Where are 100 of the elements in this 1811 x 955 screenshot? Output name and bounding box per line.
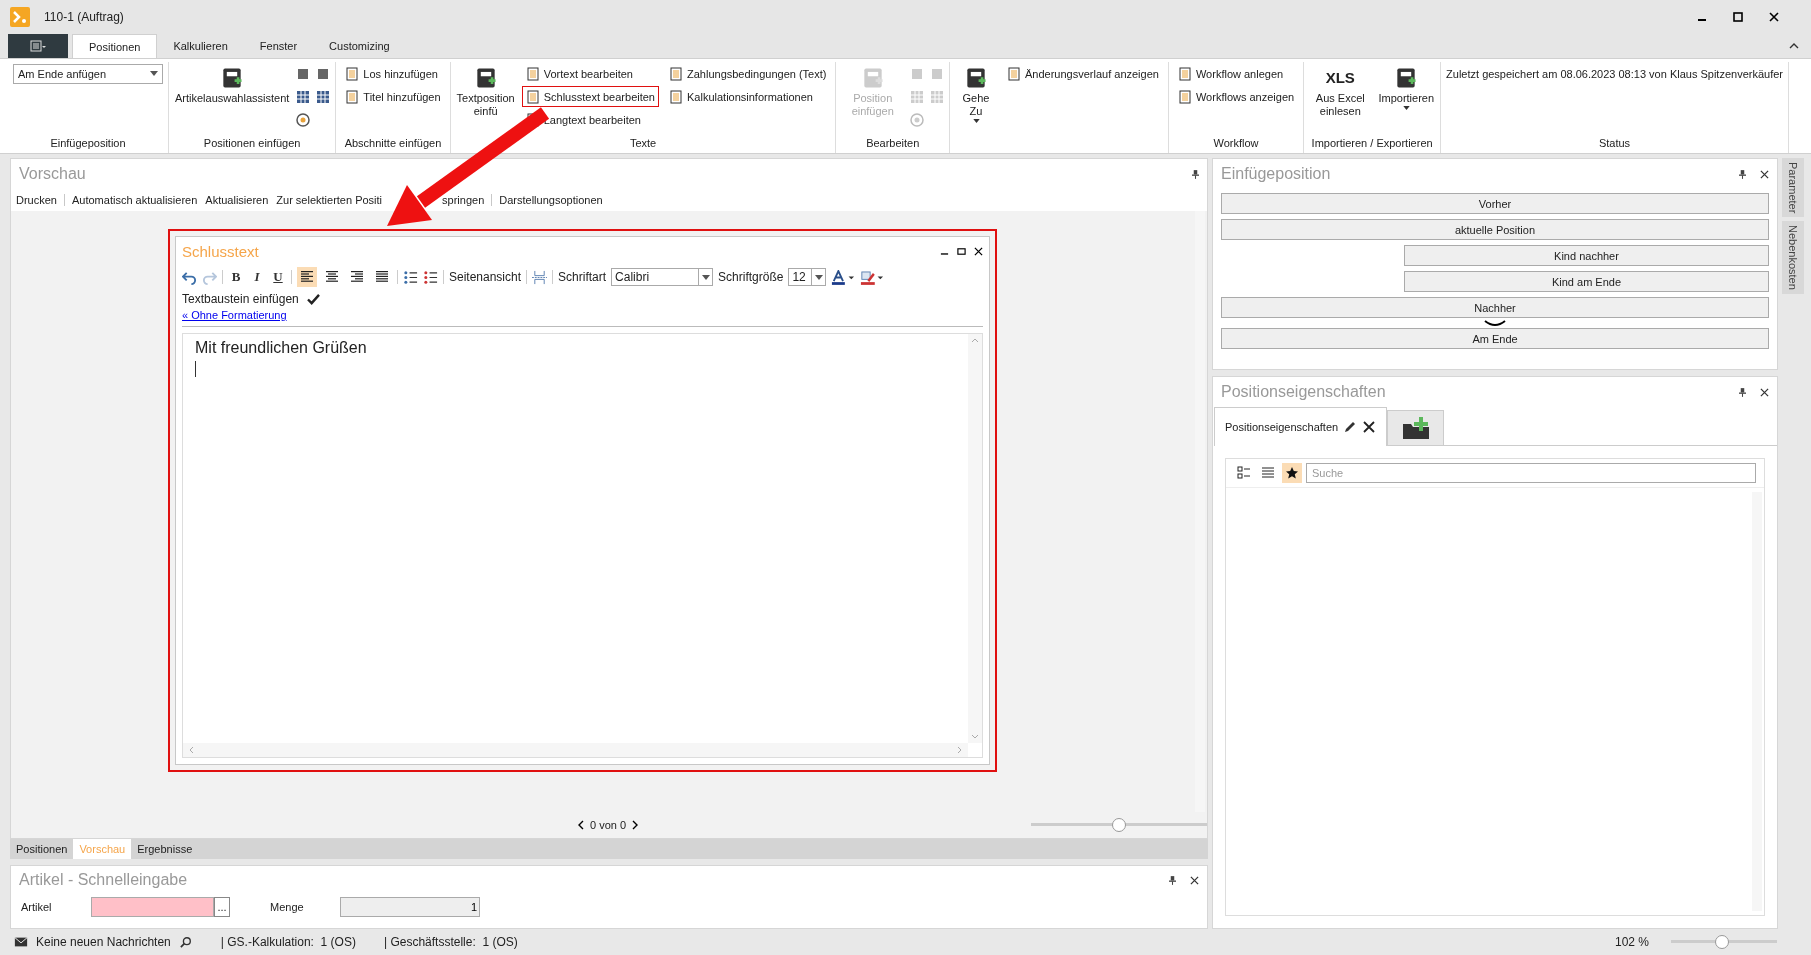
- format-button[interactable]: U: [270, 269, 286, 285]
- align-justify-icon: [375, 271, 389, 283]
- document-icon: [669, 89, 683, 104]
- document-icon: [345, 89, 360, 104]
- ribbon-button[interactable]: Schlusstext bearbeiten: [521, 86, 659, 107]
- insert-position-button[interactable]: Am Ende: [1221, 328, 1769, 349]
- maximize-icon[interactable]: [957, 246, 966, 256]
- close-icon[interactable]: [1190, 875, 1199, 885]
- panel-title: Vorschau: [19, 165, 87, 183]
- collapse-ribbon-icon[interactable]: [1789, 43, 1799, 49]
- close-icon[interactable]: [1769, 12, 1779, 22]
- next-page-icon[interactable]: [632, 820, 639, 830]
- view-tab[interactable]: Ergebnisse: [131, 839, 199, 859]
- search-icon[interactable]: [178, 936, 193, 948]
- ribbon-button[interactable]: Artikelauswahlassistent: [174, 62, 291, 131]
- font-combo[interactable]: Calibri: [611, 268, 714, 286]
- panel-title: Einfügeposition: [1221, 165, 1332, 183]
- group-label: Einfügeposition: [49, 136, 127, 151]
- zoom-level: 102 %: [1614, 935, 1649, 949]
- toolbar-button[interactable]: Drucken: [15, 194, 57, 206]
- favorites-button[interactable]: [1282, 463, 1302, 483]
- insert-position-button[interactable]: Nachher: [1221, 297, 1769, 318]
- ribbon-tab[interactable]: Positionen: [72, 34, 158, 58]
- list-icon: [1261, 466, 1275, 480]
- tab-label[interactable]: Positionseigenschaften: [1225, 421, 1339, 433]
- insert-position-button[interactable]: aktuelle Position: [1221, 219, 1769, 240]
- caret-icon: [150, 71, 158, 76]
- close-icon[interactable]: [1760, 169, 1769, 179]
- insert-position-button[interactable]: Kind am Ende: [1404, 271, 1769, 292]
- pin-icon[interactable]: [1169, 875, 1176, 885]
- toolbar-button[interactable]: Aktualisieren: [204, 194, 269, 206]
- caret-icon: [972, 119, 980, 123]
- ribbon-tab[interactable]: Fenster: [243, 34, 314, 58]
- ribbon-button[interactable]: Vortext bearbeiten: [521, 63, 659, 84]
- insert-position-dropdown[interactable]: Am Ende anfügen: [13, 63, 163, 84]
- ribbon-button[interactable]: Importieren: [1377, 62, 1436, 131]
- page-indicator: 0 von 0: [590, 819, 627, 831]
- checkmark-icon[interactable]: [306, 293, 320, 305]
- square-icon[interactable]: [296, 66, 311, 81]
- previous-page-icon[interactable]: [578, 820, 584, 830]
- view-tab[interactable]: Positionen: [10, 839, 74, 859]
- side-tab[interactable]: Nebenkosten: [1782, 221, 1804, 295]
- format-button[interactable]: B: [228, 269, 244, 285]
- align-left-button[interactable]: [297, 267, 317, 287]
- toolbar-button[interactable]: springen: [441, 194, 485, 206]
- ribbon-button[interactable]: Gehe Zu: [955, 62, 997, 131]
- ribbon-button[interactable]: Workflow anlegen: [1173, 63, 1299, 84]
- ribbon-button[interactable]: Titel hinzufügen: [341, 86, 445, 107]
- numbered-list-icon[interactable]: [423, 269, 438, 285]
- grid-icon[interactable]: [296, 89, 311, 104]
- circle-icon[interactable]: [296, 112, 311, 127]
- browse-button[interactable]: ...: [214, 897, 230, 917]
- close-icon[interactable]: [974, 246, 983, 256]
- search-field[interactable]: Suche: [1306, 463, 1756, 483]
- format-button[interactable]: I: [249, 269, 265, 285]
- ribbon-button[interactable]: Änderungsverlauf anzeigen: [1003, 63, 1163, 84]
- insert-position-button[interactable]: Kind nachher: [1404, 245, 1769, 266]
- align-center-icon: [325, 271, 339, 283]
- close-icon[interactable]: [1362, 420, 1377, 434]
- font-combo[interactable]: 12: [788, 268, 827, 286]
- ribbon-button[interactable]: XLS Aus Excel einlesen: [1309, 62, 1372, 131]
- maximize-icon[interactable]: [1733, 12, 1743, 22]
- ribbon-button[interactable]: Textposition einfü: [455, 62, 516, 131]
- slider-thumb[interactable]: [1714, 935, 1729, 949]
- toolbar-button[interactable]: Darstellungsoptionen: [491, 194, 603, 206]
- status-text: | GS.-Kalkulation: 1 (OS): [220, 935, 356, 949]
- add-tab-button[interactable]: [1387, 410, 1445, 445]
- pin-icon[interactable]: [1739, 169, 1746, 179]
- input-field[interactable]: 1: [340, 897, 480, 917]
- document-icon: [525, 66, 540, 81]
- square-icon[interactable]: [316, 66, 331, 81]
- pin-icon[interactable]: [1739, 387, 1746, 397]
- ribbon-button[interactable]: Workflows anzeigen: [1173, 86, 1299, 107]
- pin-icon[interactable]: [1192, 169, 1199, 179]
- side-tab[interactable]: Parameter: [1782, 158, 1804, 218]
- insert-block-label[interactable]: Textbaustein einfügen: [182, 292, 299, 306]
- close-icon[interactable]: [1760, 387, 1769, 397]
- highlight-icon[interactable]: [860, 269, 885, 285]
- page-break-icon[interactable]: [532, 269, 548, 285]
- properties-tab[interactable]: Positionseigenschaften: [1214, 407, 1388, 446]
- bullet-list-icon[interactable]: [403, 269, 418, 285]
- slider-thumb[interactable]: [1112, 818, 1126, 832]
- window-title: 110-1 (Auftrag): [44, 10, 124, 24]
- font-color-icon[interactable]: [831, 269, 856, 285]
- pencil-icon[interactable]: [1343, 420, 1358, 434]
- app-menu-button[interactable]: [8, 34, 68, 58]
- ribbon-button[interactable]: Los hinzufügen: [341, 63, 445, 84]
- toolbar-button[interactable]: Zur selektierten Positi: [275, 194, 383, 206]
- ribbon-button[interactable]: Kalkulationsinformationen: [665, 86, 831, 107]
- editor-text: Mit freundlichen Grüßen: [195, 339, 367, 357]
- folder-plus-icon: [1400, 416, 1431, 440]
- toolbar-button[interactable]: Automatisch aktualisieren: [63, 194, 198, 206]
- insert-position-button[interactable]: Vorher: [1221, 193, 1769, 214]
- input-field[interactable]: [91, 897, 214, 917]
- text-editor-area[interactable]: Mit freundlichen Grüßen: [182, 333, 983, 758]
- grid-icon[interactable]: [316, 89, 331, 104]
- ribbon-tab[interactable]: Kalkulieren: [157, 34, 244, 58]
- ribbon-tab[interactable]: Customizing: [313, 34, 406, 58]
- ribbon-button[interactable]: Zahlungsbedingungen (Text): [665, 63, 831, 84]
- no-formatting-link[interactable]: « Ohne Formatierung: [182, 309, 287, 321]
